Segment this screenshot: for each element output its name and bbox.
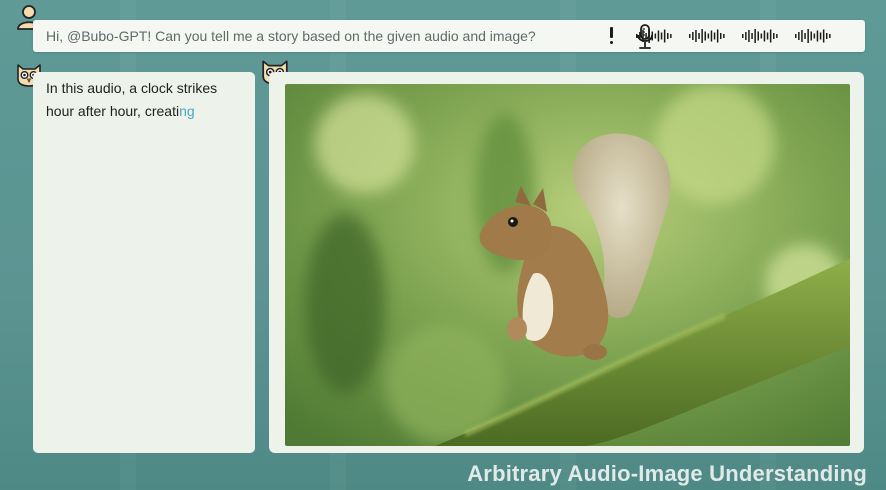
response-text-panel: In this audio, a clock strikes hour afte… xyxy=(33,72,255,453)
prompt-text: Hi, @Bubo-GPT! Can you tell me a story b… xyxy=(46,28,536,44)
squirrel-photo xyxy=(285,84,850,446)
footer-title: Arbitrary Audio-Image Understanding xyxy=(467,461,867,486)
prompt-bar[interactable]: Hi, @Bubo-GPT! Can you tell me a story b… xyxy=(33,20,865,52)
image-panel xyxy=(269,72,864,453)
response-line: In this audio, a clock strikes xyxy=(46,80,218,96)
audio-waveform-icon xyxy=(689,29,725,43)
response-line: hour after hour, creating xyxy=(46,103,195,119)
typing-indicator-icon xyxy=(610,27,613,45)
response-typing-text: ng xyxy=(179,103,195,119)
audio-waveform-icon xyxy=(795,29,831,43)
response-text: hour after hour, creati xyxy=(46,103,180,119)
audio-waveform-icon xyxy=(742,29,778,43)
audio-waveform-icon xyxy=(636,29,672,43)
